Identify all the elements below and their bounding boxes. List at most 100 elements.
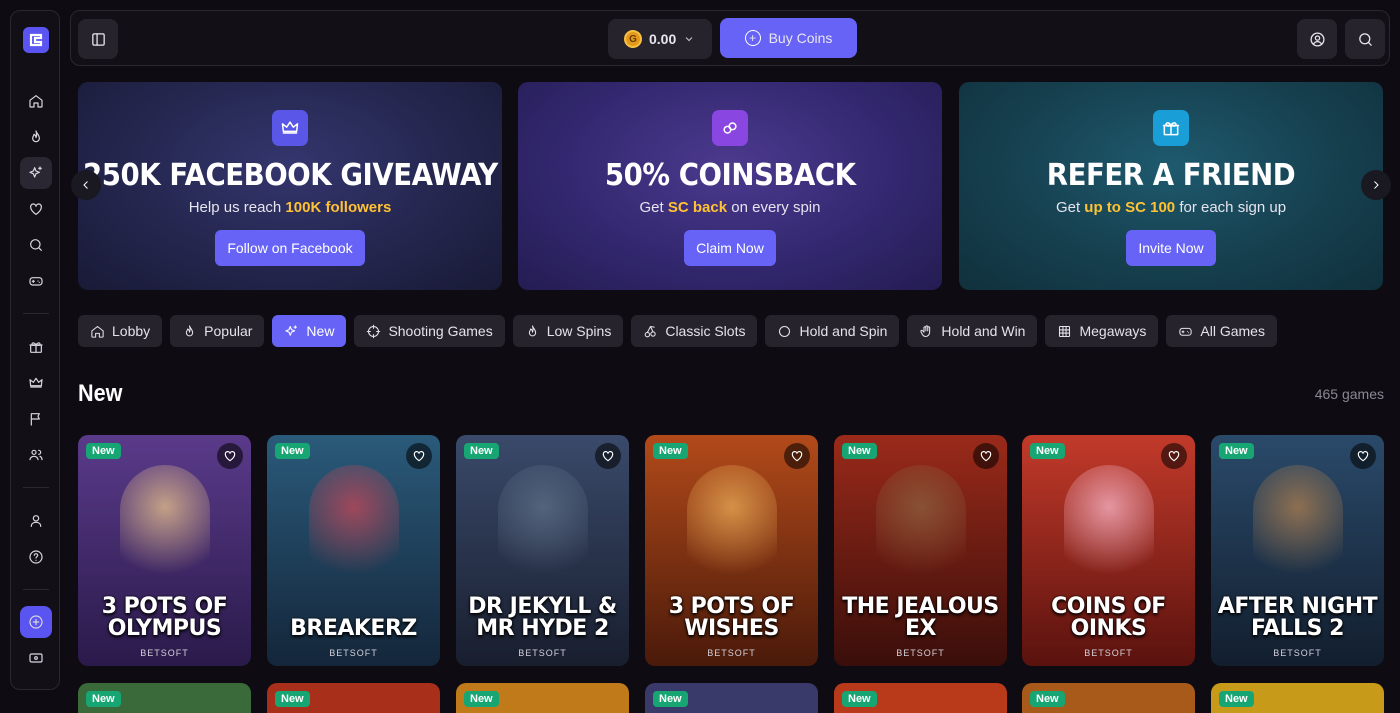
game-card[interactable]: New BREAKERZ BETSOFT: [267, 435, 440, 666]
game-provider: BETSOFT: [140, 648, 189, 658]
crown-icon: [272, 110, 308, 146]
new-badge: New: [1030, 443, 1065, 459]
favorite-button[interactable]: [973, 443, 999, 469]
new-badge: New: [1219, 691, 1254, 707]
new-badge: New: [653, 443, 688, 459]
sparkles-icon[interactable]: [20, 157, 52, 189]
sidebar-toggle-icon: [91, 32, 105, 46]
game-title: 3 POTS OF WISHES: [668, 594, 795, 641]
favorite-button[interactable]: [1350, 443, 1376, 469]
profile-button[interactable]: [1297, 19, 1337, 59]
new-badge: New: [653, 691, 688, 707]
flame-icon[interactable]: [20, 121, 52, 153]
tab-shooting-games[interactable]: Shooting Games: [354, 315, 505, 347]
follow-facebook-button[interactable]: Follow on Facebook: [215, 230, 365, 266]
heart-icon: [791, 451, 803, 462]
favorite-button[interactable]: [406, 443, 432, 469]
heart-icon[interactable]: [20, 193, 52, 225]
tab-all-games[interactable]: All Games: [1166, 315, 1277, 347]
logo-icon[interactable]: [23, 27, 49, 53]
buy-coins-button[interactable]: + Buy Coins: [720, 18, 857, 58]
tab-low-spins[interactable]: Low Spins: [512, 315, 624, 347]
search-icon[interactable]: [20, 229, 52, 261]
tab-new[interactable]: New: [272, 315, 347, 347]
sidebar-divider: [23, 487, 49, 488]
game-card[interactable]: New COINS OF OINKS BETSOFT: [1022, 435, 1195, 666]
game-art: [1252, 465, 1343, 585]
add-coins-icon[interactable]: [20, 606, 52, 638]
banner-title: REFER A FRIEND: [1046, 158, 1296, 193]
heart-icon: [224, 451, 236, 462]
game-art: [497, 465, 588, 585]
favorite-button[interactable]: [595, 443, 621, 469]
chevron-down-icon: [685, 37, 693, 42]
users-icon[interactable]: [20, 439, 52, 471]
game-card[interactable]: New 3 POTS OF WISHES BETSOFT: [645, 435, 818, 666]
game-art: [308, 465, 399, 585]
invite-now-button[interactable]: Invite Now: [1126, 230, 1216, 266]
game-provider: BETSOFT: [1084, 648, 1133, 658]
new-badge: New: [275, 691, 310, 707]
banner-facebook-giveaway: 250K FACEBOOK GIVEAWAY Help us reach 100…: [78, 82, 502, 290]
banner-subtitle: Help us reach 100K followers: [188, 199, 392, 216]
search-button[interactable]: [1345, 19, 1385, 59]
game-card[interactable]: New: [456, 683, 629, 713]
game-title: THE JEALOUS EX: [842, 594, 999, 641]
chevron-left-icon: [83, 181, 88, 189]
tab-hold-and-spin[interactable]: Hold and Spin: [765, 315, 900, 347]
gift-icon[interactable]: [20, 331, 52, 363]
crosshair-icon: [367, 324, 381, 338]
home-icon[interactable]: [20, 85, 52, 117]
game-art: [1063, 465, 1154, 585]
game-title: DR JEKYLL & MR HYDE 2: [468, 594, 617, 641]
sidebar-divider: [23, 313, 49, 314]
claim-now-button[interactable]: Claim Now: [684, 230, 776, 266]
new-badge: New: [86, 443, 121, 459]
game-card[interactable]: New AFTER NIGHT FALLS 2 BETSOFT: [1211, 435, 1384, 666]
tab-classic-slots[interactable]: Classic Slots: [631, 315, 758, 347]
search-icon: [1358, 32, 1372, 46]
game-card[interactable]: New: [267, 683, 440, 713]
new-badge: New: [842, 691, 877, 707]
game-card[interactable]: New: [834, 683, 1007, 713]
balance-dropdown[interactable]: G 0.00: [608, 19, 712, 59]
tab-lobby[interactable]: Lobby: [78, 315, 163, 347]
game-art: [875, 465, 966, 585]
gamepad-icon[interactable]: [20, 265, 52, 297]
game-card[interactable]: New: [1022, 683, 1195, 713]
game-card[interactable]: New: [645, 683, 818, 713]
user-icon[interactable]: [20, 505, 52, 537]
new-badge: New: [464, 443, 499, 459]
favorite-button[interactable]: [784, 443, 810, 469]
crown-icon[interactable]: [20, 367, 52, 399]
flag-icon[interactable]: [20, 403, 52, 435]
carousel-prev-button[interactable]: [71, 170, 101, 200]
heart-icon: [980, 451, 992, 462]
game-art: [119, 465, 210, 585]
game-card[interactable]: New THE JEALOUS EX BETSOFT: [834, 435, 1007, 666]
new-badge: New: [842, 443, 877, 459]
favorite-button[interactable]: [217, 443, 243, 469]
chevron-right-icon: [1374, 181, 1379, 189]
sidebar-toggle-button[interactable]: [78, 19, 118, 59]
heart-icon: [1168, 451, 1180, 462]
help-icon[interactable]: [20, 541, 52, 573]
game-provider: BETSOFT: [1273, 648, 1322, 658]
game-card[interactable]: New: [1211, 683, 1384, 713]
tab-popular[interactable]: Popular: [170, 315, 265, 347]
flame-icon: [528, 324, 536, 336]
tab-megaways[interactable]: Megaways: [1045, 315, 1159, 347]
carousel-next-button[interactable]: [1361, 170, 1391, 200]
game-card[interactable]: New: [78, 683, 251, 713]
banner-title: 50% COINSBACK: [604, 158, 856, 193]
game-provider: BETSOFT: [518, 648, 567, 658]
sidebar: [10, 10, 60, 690]
gift-icon: [1153, 110, 1189, 146]
game-card[interactable]: New DR JEKYLL & MR HYDE 2 BETSOFT: [456, 435, 629, 666]
tab-hold-and-win[interactable]: Hold and Win: [907, 315, 1038, 347]
section-title: New: [78, 380, 123, 407]
favorite-button[interactable]: [1161, 443, 1187, 469]
wallet-icon[interactable]: [20, 642, 52, 674]
plus-circle-icon: +: [744, 30, 761, 46]
game-card[interactable]: New 3 POTS OF OLYMPUS BETSOFT: [78, 435, 251, 666]
